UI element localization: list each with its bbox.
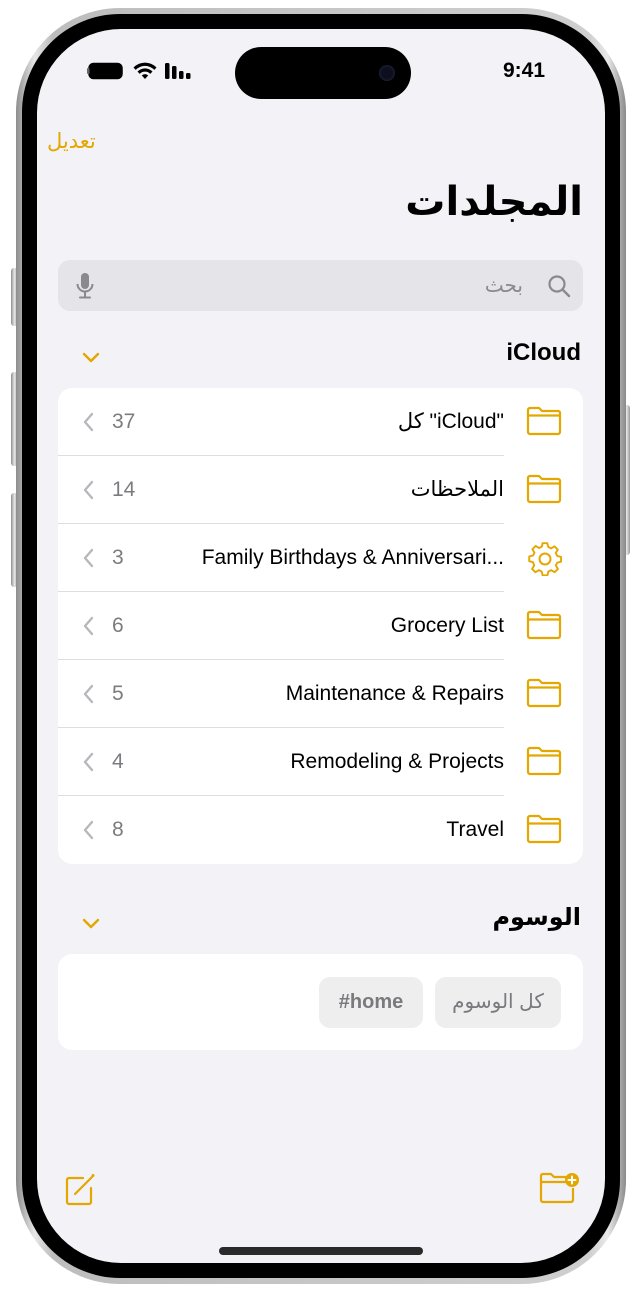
microphone-icon[interactable] bbox=[76, 272, 94, 305]
folder-row[interactable]: 4 Remodeling & Projects bbox=[58, 728, 583, 796]
folder-row[interactable]: 6 Grocery List bbox=[58, 592, 583, 660]
folder-row[interactable]: 8 Travel bbox=[58, 796, 583, 864]
folder-icon bbox=[526, 746, 562, 781]
folder-note-count: 37 bbox=[112, 410, 136, 433]
folder-icon bbox=[526, 610, 562, 645]
folder-row[interactable]: 3 Family Birthdays & Anniversari... bbox=[58, 524, 583, 592]
wifi-icon bbox=[133, 62, 157, 85]
chevron-left-icon bbox=[82, 684, 94, 709]
page-title: المجلدات bbox=[405, 180, 583, 224]
folder-row[interactable]: 5 Maintenance & Repairs bbox=[58, 660, 583, 728]
home-indicator[interactable] bbox=[219, 1247, 423, 1255]
folder-note-count: 14 bbox=[112, 478, 136, 501]
folder-icon bbox=[526, 474, 562, 509]
folder-name: Grocery List bbox=[390, 614, 504, 637]
new-folder-icon[interactable] bbox=[539, 1172, 581, 1209]
folder-name: Travel bbox=[446, 818, 504, 841]
folder-note-count: 5 bbox=[112, 682, 124, 705]
folder-name: Remodeling & Projects bbox=[290, 750, 504, 773]
tags-collapse-chevron-icon[interactable] bbox=[81, 917, 101, 935]
chevron-left-icon bbox=[82, 548, 94, 573]
status-icons bbox=[87, 62, 193, 85]
signal-icon bbox=[165, 62, 193, 85]
compose-icon[interactable] bbox=[63, 1172, 97, 1211]
folder-note-count: 8 bbox=[112, 818, 124, 841]
folder-name: Family Birthdays & Anniversari... bbox=[201, 546, 504, 569]
screen: 9:41 تعديل المجلدات بحث iCloud 37 كل "iCl… bbox=[37, 29, 605, 1263]
edit-button[interactable]: تعديل bbox=[47, 129, 96, 154]
tags-section-header[interactable]: الوسوم bbox=[492, 903, 581, 932]
battery-icon bbox=[87, 62, 125, 85]
folder-note-count: 3 bbox=[112, 546, 124, 569]
search-placeholder: بحث bbox=[484, 275, 523, 297]
chevron-left-icon bbox=[82, 752, 94, 777]
folder-icon bbox=[526, 814, 562, 849]
chevron-left-icon bbox=[82, 616, 94, 641]
tag-all-tags[interactable]: كل الوسوم bbox=[435, 977, 561, 1028]
folder-name: Maintenance & Repairs bbox=[285, 682, 504, 705]
gear-icon bbox=[528, 542, 563, 581]
folder-row[interactable]: 37 كل "iCloud" bbox=[58, 388, 583, 456]
folder-name: كل "iCloud" bbox=[397, 410, 504, 433]
folder-row[interactable]: 14 الملاحظات bbox=[58, 456, 583, 524]
tags-card: كل الوسوم #home bbox=[58, 954, 583, 1050]
chevron-left-icon bbox=[82, 412, 94, 437]
search-field[interactable]: بحث bbox=[58, 260, 583, 311]
folder-note-count: 6 bbox=[112, 614, 124, 637]
folder-icon bbox=[526, 406, 562, 441]
dynamic-island bbox=[235, 47, 411, 99]
icloud-collapse-chevron-icon[interactable] bbox=[81, 351, 101, 369]
search-icon bbox=[547, 274, 571, 303]
icloud-folder-list: 37 كل "iCloud" 14 الملاحظات 3 Family Birthday… bbox=[58, 388, 583, 864]
folder-name: الملاحظات bbox=[410, 478, 504, 501]
tag-home[interactable]: #home bbox=[319, 977, 423, 1028]
folder-note-count: 4 bbox=[112, 750, 124, 773]
status-time: 9:41 bbox=[502, 59, 545, 82]
camera-icon bbox=[379, 65, 395, 81]
chevron-left-icon bbox=[82, 480, 94, 505]
folder-icon bbox=[526, 678, 562, 713]
chevron-left-icon bbox=[82, 820, 94, 845]
icloud-section-header[interactable]: iCloud bbox=[506, 339, 581, 367]
